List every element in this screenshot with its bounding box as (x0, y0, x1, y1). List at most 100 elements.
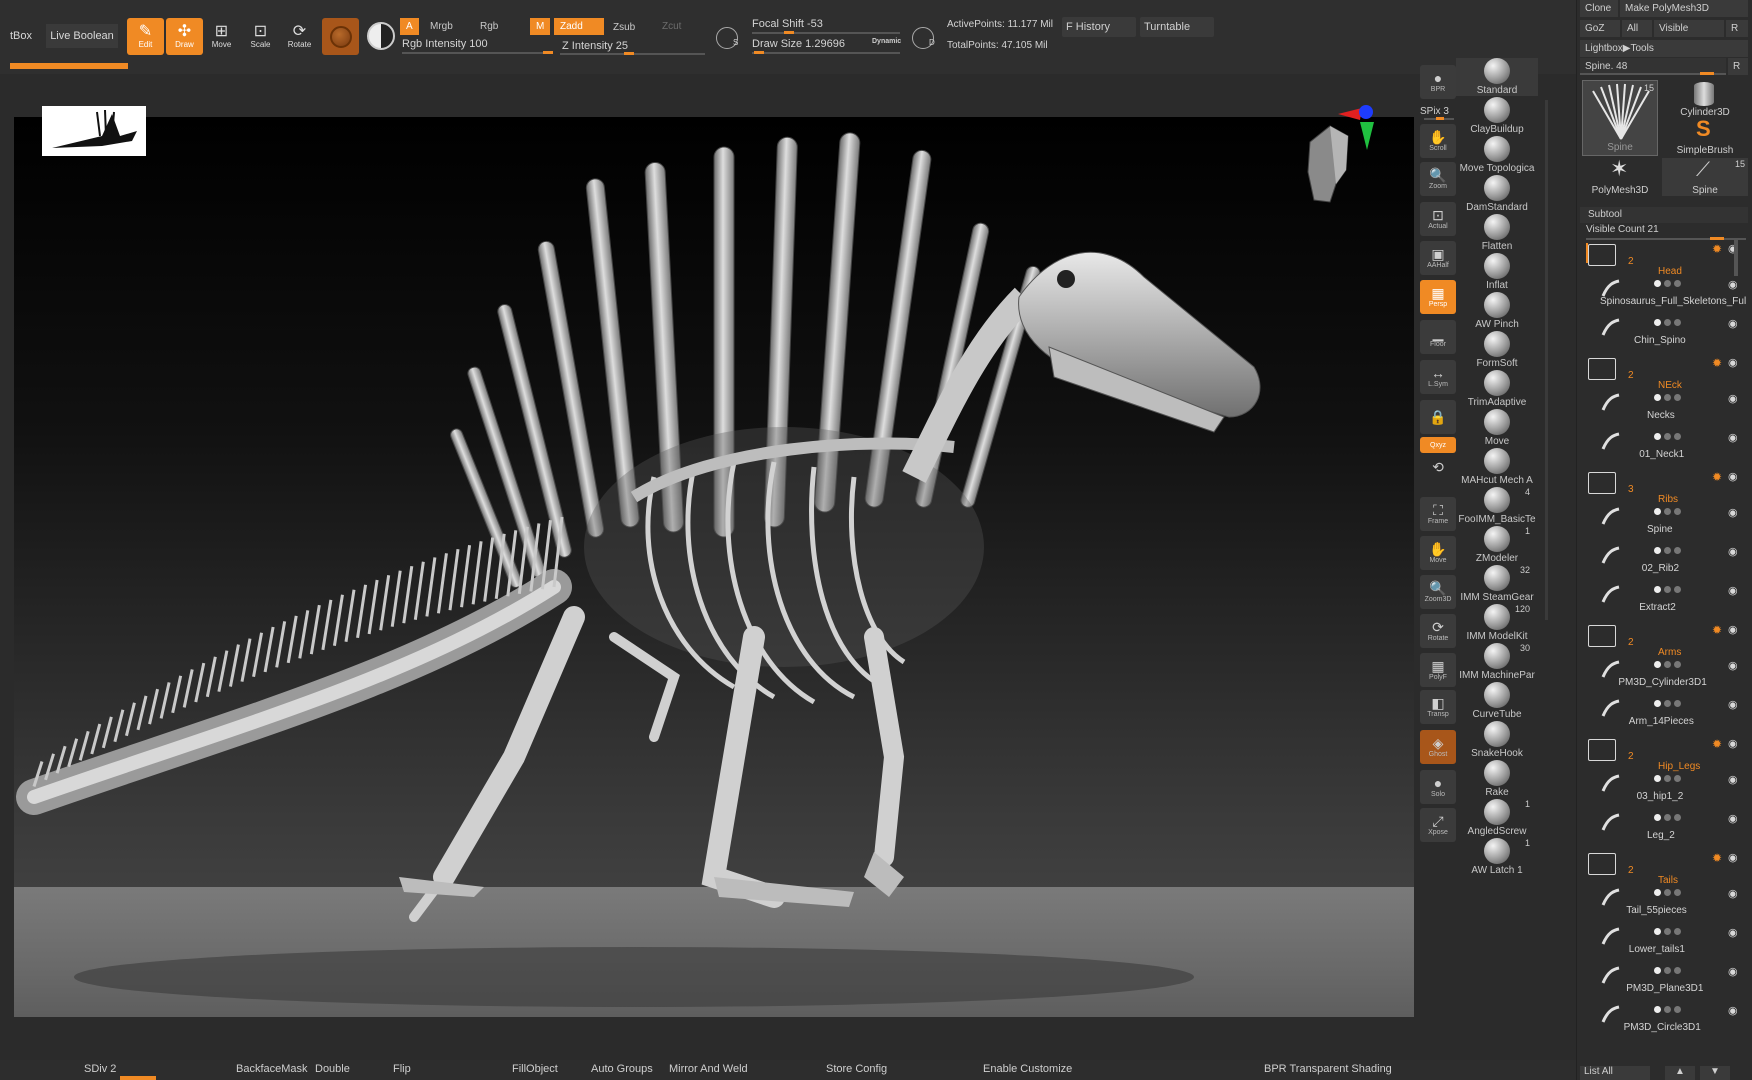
eye-icon[interactable]: ◉ (1728, 659, 1738, 672)
shelf-button-5[interactable]: ▦ Persp (1420, 280, 1456, 314)
brush-scrollbar[interactable] (1545, 100, 1548, 620)
shelf-button-14[interactable]: ⟳ Rotate (1420, 614, 1456, 648)
visible-button[interactable]: Visible (1654, 20, 1724, 37)
tool-thumb-spine[interactable]: 15 Spine (1582, 80, 1658, 156)
brush-item[interactable]: Move (1456, 409, 1538, 447)
scale-button[interactable]: ⊡ Scale (242, 18, 279, 55)
eye-icon[interactable]: ◉ (1728, 773, 1738, 786)
m-toggle[interactable]: M (530, 18, 551, 35)
gear-icon[interactable]: ✹ (1712, 470, 1722, 484)
backfacemask-button[interactable]: BackfaceMask (236, 1063, 308, 1075)
subtool-thumbnail-icon[interactable] (1600, 431, 1622, 453)
subtool-toggles[interactable] (1654, 586, 1684, 593)
subtool-name[interactable]: 01_Neck1 (1639, 449, 1684, 460)
subtool-toggles[interactable] (1654, 394, 1684, 401)
shelf-button-8[interactable]: 🔒 (1420, 400, 1456, 434)
gear-icon[interactable]: ✹ (1712, 737, 1722, 751)
rgb-intensity-slider[interactable]: Rgb Intensity 100 (402, 38, 488, 50)
subtool-thumbnail-icon[interactable] (1600, 506, 1622, 528)
brush-item[interactable]: AW Pinch (1456, 292, 1538, 330)
clone-button[interactable]: Clone (1580, 0, 1618, 17)
subtool-thumbnail-icon[interactable] (1600, 965, 1622, 987)
edit-button[interactable]: ✎ Edit (127, 18, 164, 55)
subtool-toggles[interactable] (1654, 661, 1684, 668)
subtool-thumbnail-icon[interactable] (1600, 545, 1622, 567)
brush-item[interactable]: 120 IMM ModelKit (1456, 604, 1538, 642)
subtool-toggles[interactable] (1654, 280, 1684, 287)
subtool-name[interactable]: PM3D_Plane3D1 (1626, 983, 1703, 994)
eye-icon[interactable]: ◉ (1728, 887, 1738, 900)
subtool-name[interactable]: Arm_14Pieces (1629, 716, 1694, 727)
focal-shift-slider[interactable]: Focal Shift -53 (752, 18, 823, 30)
turntable-button[interactable]: Turntable (1140, 17, 1214, 37)
color-swatch-icon[interactable] (367, 22, 395, 50)
subtool-name[interactable]: Spine (1647, 524, 1673, 535)
subtool-name[interactable]: 03_hip1_2 (1637, 791, 1684, 802)
eye-icon[interactable]: ◉ (1728, 926, 1738, 939)
folder-icon[interactable] (1588, 853, 1616, 875)
eye-icon[interactable]: ◉ (1728, 737, 1738, 750)
subtool-toggles[interactable] (1654, 928, 1684, 935)
brush-item[interactable]: TrimAdaptive (1456, 370, 1538, 408)
eye-icon[interactable]: ◉ (1728, 278, 1738, 291)
brush-item[interactable]: FormSoft (1456, 331, 1538, 369)
double-button[interactable]: Double (315, 1063, 350, 1075)
subtool-thumbnail-icon[interactable] (1600, 926, 1622, 948)
gear-icon[interactable]: ✹ (1712, 356, 1722, 370)
shelf-button-10[interactable]: ⟲ (1420, 458, 1456, 476)
shelf-button-4[interactable]: ▣ AAHalf (1420, 241, 1456, 275)
visible-count-slider[interactable]: Visible Count 21 (1586, 224, 1659, 235)
mirror-weld-button[interactable]: Mirror And Weld (669, 1063, 748, 1075)
flip-button[interactable]: Flip (393, 1063, 411, 1075)
brush-item[interactable]: CurveTube (1456, 682, 1538, 720)
r-button-2[interactable]: R (1728, 58, 1748, 75)
canvas-viewport[interactable] (14, 117, 1414, 1017)
folder-icon[interactable] (1588, 625, 1616, 647)
zcut-button[interactable]: Zcut (656, 18, 687, 35)
subtool-thumbnail-icon[interactable] (1600, 698, 1622, 720)
sdiv-slider[interactable]: SDiv 2 (84, 1063, 116, 1075)
zsub-button[interactable]: Zsub (607, 19, 641, 36)
r-button[interactable]: R (1726, 20, 1748, 37)
brush-item[interactable]: SnakeHook (1456, 721, 1538, 759)
gear-icon[interactable]: ✹ (1712, 623, 1722, 637)
draw-size-slider[interactable]: Draw Size 1.29696 (752, 38, 845, 50)
eye-icon[interactable]: ◉ (1728, 506, 1738, 519)
subtool-name[interactable]: PM3D_Circle3D1 (1624, 1022, 1701, 1033)
subtool-name[interactable]: Chin_Spino (1634, 335, 1686, 346)
shelf-button-1[interactable]: ✋ Scroll (1420, 124, 1456, 158)
tool-thumb-spine-2[interactable]: ⟋ 15 Spine (1662, 158, 1748, 196)
eye-icon[interactable]: ◉ (1728, 317, 1738, 330)
material-button[interactable] (322, 18, 359, 55)
brush-item[interactable]: 30 IMM MachinePar (1456, 643, 1538, 681)
shelf-button-9[interactable]: Qxyz (1420, 437, 1456, 453)
subtool-name[interactable]: PM3D_Cylinder3D1 (1618, 677, 1706, 688)
subtool-name[interactable]: Tail_55pieces (1626, 905, 1687, 916)
subtool-scrollbar[interactable] (1734, 240, 1738, 276)
subtool-name[interactable]: Spinosaurus_Full_Skeletons_Ful (1600, 296, 1746, 307)
shelf-button-16[interactable]: ◧ Transp (1420, 690, 1456, 724)
folder-icon[interactable] (1588, 472, 1616, 494)
shelf-button-17[interactable]: ◈ Ghost (1420, 730, 1456, 764)
shelf-button-15[interactable]: ▦ PolyF (1420, 653, 1456, 687)
brush-item[interactable]: Standard (1456, 58, 1538, 96)
brush-item[interactable]: 4 FooIMM_BasicTe (1456, 487, 1538, 525)
shelf-button-18[interactable]: ● Solo (1420, 770, 1456, 804)
fillobject-button[interactable]: FillObject (512, 1063, 558, 1075)
shelf-button-0[interactable]: ● BPR (1420, 65, 1456, 99)
list-all-button[interactable]: List All (1580, 1066, 1650, 1080)
zadd-button[interactable]: Zadd (554, 18, 604, 35)
subtool-name[interactable]: 02_Rib2 (1642, 563, 1679, 574)
all-button[interactable]: All (1622, 20, 1652, 37)
subtool-toggles[interactable] (1654, 775, 1684, 782)
subtool-toggles[interactable] (1654, 814, 1684, 821)
eye-icon[interactable]: ◉ (1728, 431, 1738, 444)
shelf-button-6[interactable]: ▁ Floor (1420, 320, 1456, 354)
lightbox-tools-button[interactable]: Lightbox▶Tools (1580, 40, 1748, 57)
draw-button[interactable]: ✣ Draw (166, 18, 203, 55)
eye-icon[interactable]: ◉ (1728, 698, 1738, 711)
folder-icon[interactable] (1588, 358, 1616, 380)
eye-icon[interactable]: ◉ (1728, 623, 1738, 636)
subtool-toggles[interactable] (1654, 700, 1684, 707)
subtool-toggles[interactable] (1654, 319, 1684, 326)
